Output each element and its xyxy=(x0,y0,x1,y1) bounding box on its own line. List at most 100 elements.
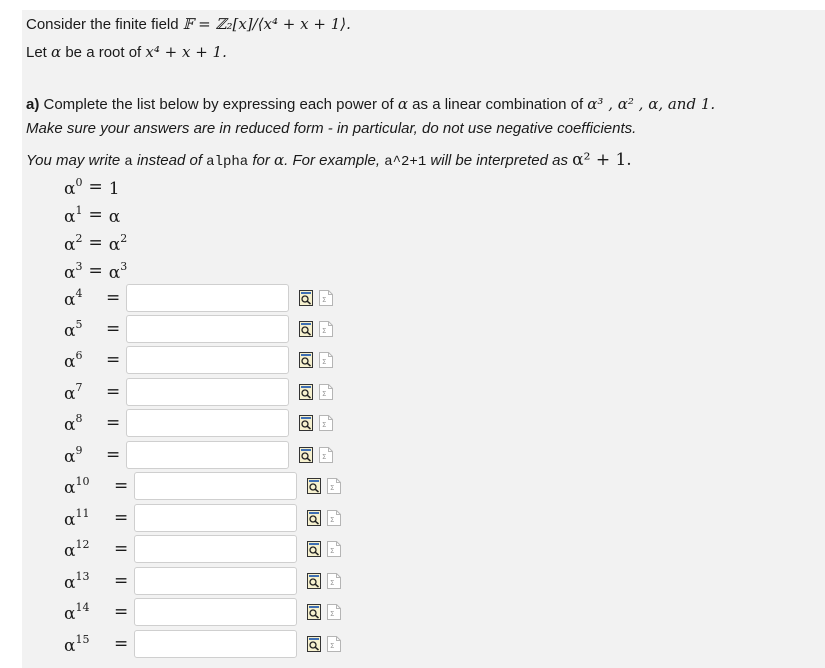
power-label: α4 xyxy=(64,286,83,310)
svg-text:Σ: Σ xyxy=(322,296,326,304)
answer-input[interactable] xyxy=(134,472,298,500)
preview-answer-icon[interactable] xyxy=(301,541,322,557)
svg-text:Σ: Σ xyxy=(330,547,334,555)
answer-input[interactable] xyxy=(126,409,290,437)
power-row-input: α7 = Σ xyxy=(64,377,334,407)
equals-sign: = xyxy=(114,539,129,559)
power-label: α0 xyxy=(64,175,83,199)
equals-sign: = xyxy=(106,319,121,339)
power-label: α6 xyxy=(64,348,83,372)
answer-input[interactable] xyxy=(134,630,298,658)
svg-text:Σ: Σ xyxy=(322,327,326,335)
power-row-input: α4 = Σ xyxy=(64,283,334,313)
power-row-known: α1 = α xyxy=(64,200,120,230)
answer-input[interactable] xyxy=(134,535,298,563)
polynomial-expression: x⁴ + x + 1. xyxy=(145,43,227,61)
power-row-input: α6 = Σ xyxy=(64,345,334,375)
power-value: α3 xyxy=(108,259,128,283)
equation-editor-icon[interactable]: Σ xyxy=(321,541,342,557)
power-row-input: α5 = Σ xyxy=(64,314,334,344)
equation-editor-icon[interactable]: Σ xyxy=(321,510,342,526)
preview-answer-icon[interactable] xyxy=(301,573,322,589)
part-label: a) xyxy=(26,96,40,113)
answer-input[interactable] xyxy=(126,284,290,312)
equals-sign: = xyxy=(106,445,121,465)
svg-text:Σ: Σ xyxy=(330,610,334,618)
equation-editor-icon[interactable]: Σ xyxy=(313,384,334,400)
code-alpha: alpha xyxy=(206,154,249,170)
answer-input[interactable] xyxy=(126,441,290,469)
preview-answer-icon[interactable] xyxy=(293,447,314,463)
equals-sign: = xyxy=(88,233,103,253)
power-label: α14 xyxy=(64,600,90,624)
code-a: a xyxy=(124,154,133,170)
preview-answer-icon[interactable] xyxy=(293,415,314,431)
basis-expression: α³ , α² , α, and 1. xyxy=(587,95,716,113)
equation-editor-icon[interactable]: Σ xyxy=(321,478,342,494)
equation-editor-icon[interactable]: Σ xyxy=(313,415,334,431)
power-row-known: α2 = α2 xyxy=(64,228,127,258)
preview-answer-icon[interactable] xyxy=(301,478,322,494)
equals-sign: = xyxy=(114,602,129,622)
preview-answer-icon[interactable] xyxy=(301,604,322,620)
power-value: 1 xyxy=(108,178,120,199)
power-label: α8 xyxy=(64,411,83,435)
preview-answer-icon[interactable] xyxy=(293,321,314,337)
equals-sign: = xyxy=(114,476,129,496)
field-expression: 𝔽 = ℤ₂[x]/⟨x⁴ + x + 1⟩. xyxy=(182,15,351,33)
svg-text:Σ: Σ xyxy=(330,484,334,492)
svg-text:Σ: Σ xyxy=(322,421,326,429)
equation-editor-icon[interactable]: Σ xyxy=(321,604,342,620)
alpha-symbol: α xyxy=(397,95,409,113)
equation-editor-icon[interactable]: Σ xyxy=(313,290,334,306)
equation-editor-icon[interactable]: Σ xyxy=(321,573,342,589)
instruction-text: as a linear combination of xyxy=(408,96,588,113)
power-row-input: α13 = Σ xyxy=(64,566,342,596)
preview-answer-icon[interactable] xyxy=(293,352,314,368)
power-row-input: α15 = Σ xyxy=(64,629,342,659)
preview-answer-icon[interactable] xyxy=(301,510,322,526)
equation-editor-icon[interactable]: Σ xyxy=(313,447,334,463)
intro-text: Let xyxy=(26,44,52,61)
equals-sign: = xyxy=(114,571,129,591)
equation-editor-icon[interactable]: Σ xyxy=(313,352,334,368)
equals-sign: = xyxy=(106,382,121,402)
svg-text:Σ: Σ xyxy=(330,642,334,650)
power-row-input: α10 = Σ xyxy=(64,471,342,501)
svg-text:Σ: Σ xyxy=(330,579,334,587)
equals-sign: = xyxy=(88,177,103,197)
answer-input[interactable] xyxy=(126,378,290,406)
equation-editor-icon[interactable]: Σ xyxy=(313,321,334,337)
power-row-known: α0 = 1 xyxy=(64,172,120,202)
power-label: α9 xyxy=(64,443,83,467)
answer-input[interactable] xyxy=(134,598,298,626)
answer-input[interactable] xyxy=(134,567,298,595)
power-label: α13 xyxy=(64,569,90,593)
power-label: α3 xyxy=(64,259,83,283)
power-value: α xyxy=(108,206,121,227)
hint-text: for xyxy=(248,152,275,169)
svg-text:Σ: Σ xyxy=(322,358,326,366)
answer-input[interactable] xyxy=(134,504,298,532)
equals-sign: = xyxy=(106,350,121,370)
power-label: α11 xyxy=(64,506,90,530)
power-label: α7 xyxy=(64,380,83,404)
alpha-symbol: α xyxy=(51,43,62,61)
hint-text: You may write xyxy=(26,152,125,169)
answer-input[interactable] xyxy=(126,315,290,343)
power-row-known: α3 = α3 xyxy=(64,256,127,286)
intro-line-1: Consider the finite field 𝔽 = ℤ₂[x]/⟨x⁴ … xyxy=(26,15,351,33)
power-label: α12 xyxy=(64,537,90,561)
preview-answer-icon[interactable] xyxy=(301,636,322,652)
svg-text:Σ: Σ xyxy=(330,516,334,524)
preview-answer-icon[interactable] xyxy=(293,384,314,400)
equals-sign: = xyxy=(88,261,103,281)
reduced-form-note: Make sure your answers are in reduced fo… xyxy=(26,120,637,137)
equals-sign: = xyxy=(106,288,121,308)
power-value: α2 xyxy=(108,231,128,255)
equals-sign: = xyxy=(88,205,103,225)
answer-input[interactable] xyxy=(126,346,290,374)
equation-editor-icon[interactable]: Σ xyxy=(321,636,342,652)
preview-answer-icon[interactable] xyxy=(293,290,314,306)
power-label: α2 xyxy=(64,231,83,255)
